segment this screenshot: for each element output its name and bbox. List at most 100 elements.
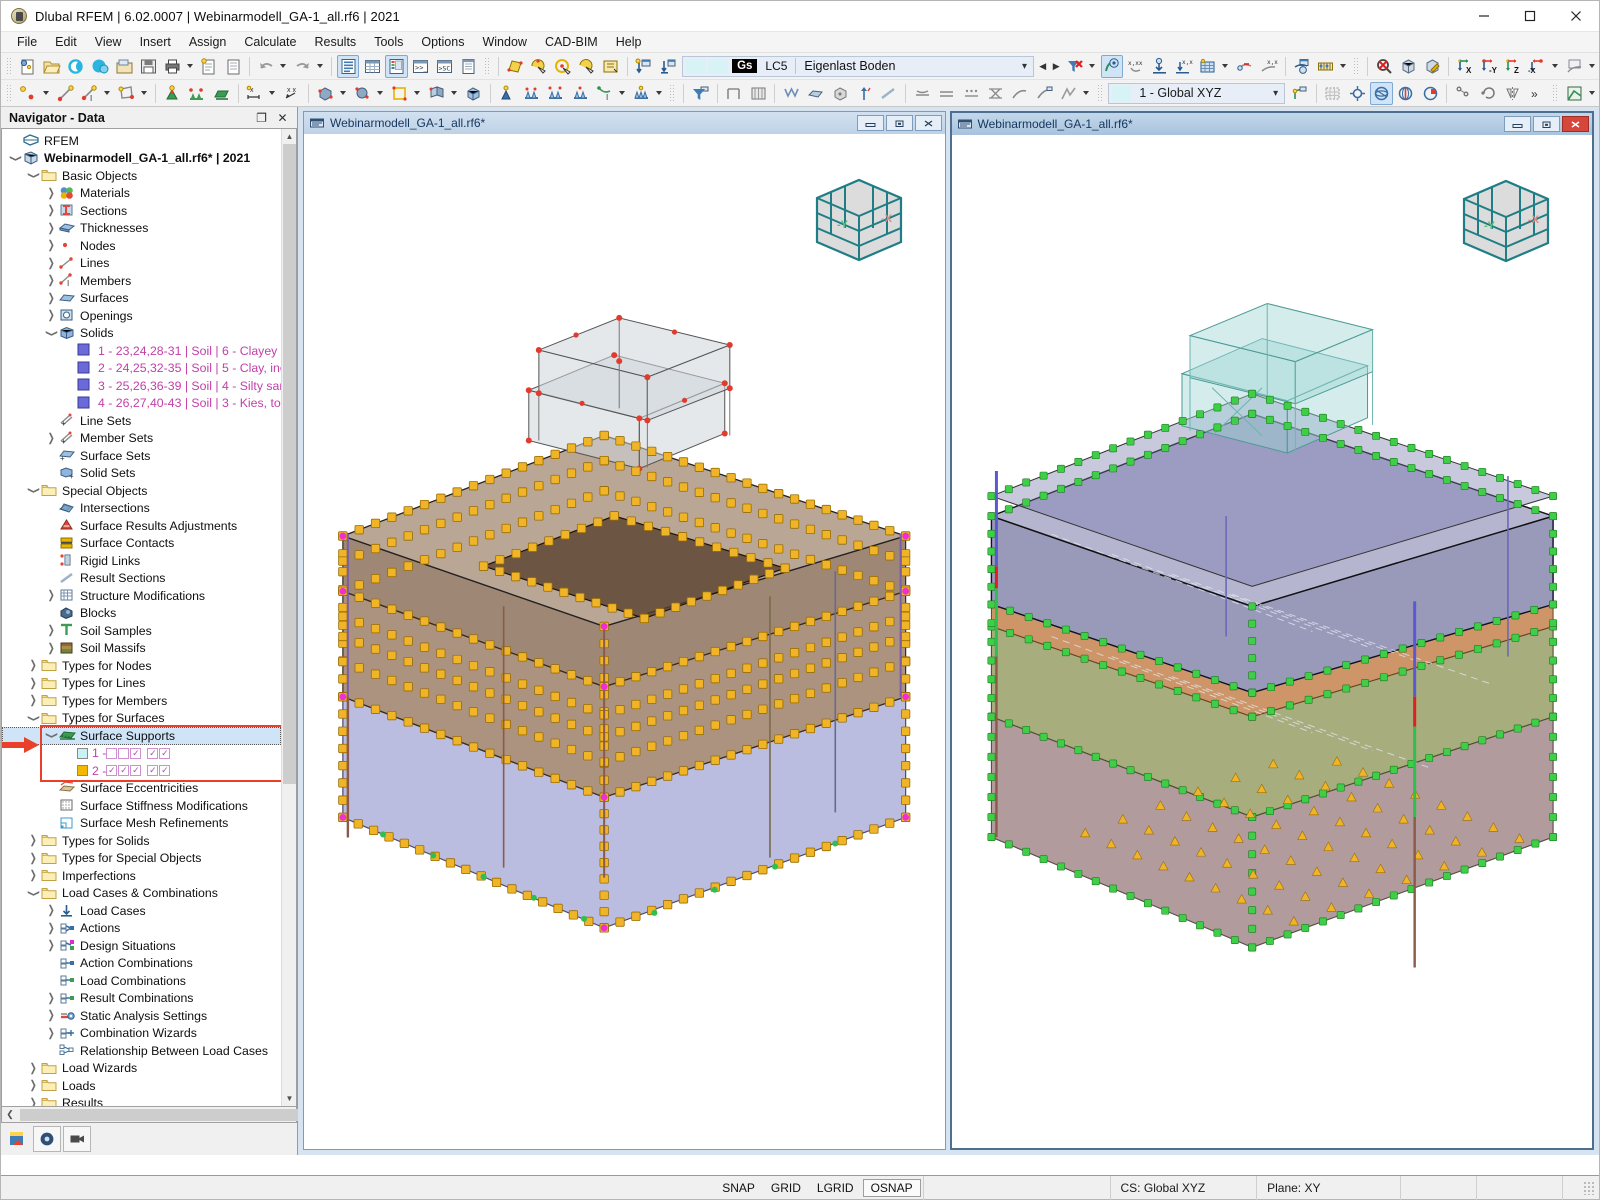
select-by-table-icon[interactable] — [600, 55, 622, 78]
tree-row-lines[interactable]: Lines — [2, 255, 281, 273]
tree-row-2-24-25-32-35-soil-5-clay-inorga[interactable]: 2 - 24,25,32-35 | Soil | 5 - Clay, inorg… — [2, 360, 281, 378]
expand-collapse-chevron-right-icon[interactable] — [26, 660, 41, 671]
line-support-display-5-icon[interactable] — [1009, 82, 1031, 105]
expand-collapse-chevron-right-icon[interactable] — [44, 590, 59, 601]
dimension-dropdown-icon[interactable] — [267, 82, 278, 105]
new-surface-support-icon[interactable] — [210, 82, 232, 105]
tree-row-surface-contacts[interactable]: Surface Contacts — [2, 535, 281, 553]
tree-row-design-situations[interactable]: Design Situations — [2, 937, 281, 955]
new-node-dropdown-icon[interactable] — [40, 82, 51, 105]
edit-solids-icon[interactable] — [1421, 55, 1443, 78]
tree-row-load-combinations[interactable]: Load Combinations — [2, 972, 281, 990]
tree-row-surface-sets[interactable]: + Surface Sets — [2, 447, 281, 465]
show-surfaces-icon[interactable] — [747, 82, 769, 105]
expand-collapse-chevron-down-icon[interactable] — [26, 170, 41, 181]
horizontal-scroll-track[interactable] — [18, 1108, 342, 1122]
mirror-objects-icon[interactable] — [1501, 82, 1523, 105]
show-imperfections-icon[interactable] — [853, 82, 875, 105]
model-view-2-minimize[interactable] — [1504, 116, 1531, 132]
tree-row-basic-objects[interactable]: Basic Objects — [2, 167, 281, 185]
new-member-dropdown-icon[interactable] — [102, 82, 113, 105]
coordinate-system-selector[interactable]: 1 - Global XYZ ▾ — [1108, 82, 1286, 104]
toolbar-grip[interactable] — [669, 83, 677, 103]
results-diagram-icon[interactable] — [1234, 55, 1256, 78]
filter-dropdown-icon[interactable] — [1087, 55, 1098, 78]
mesh-dropdown-icon[interactable] — [1220, 55, 1231, 78]
tree-row-load-cases-combinations[interactable]: Load Cases & Combinations — [2, 885, 281, 903]
tree-row-checkbox-3[interactable]: ✓ — [130, 765, 142, 777]
navigator-views-tab-icon[interactable] — [63, 1126, 91, 1152]
tree-row-rigid-links[interactable]: Rigid Links — [2, 552, 281, 570]
tree-row-types-for-members[interactable]: Types for Members — [2, 692, 281, 710]
new-nodal-support-icon[interactable] — [161, 82, 183, 105]
resize-grip-icon[interactable] — [1582, 1180, 1596, 1195]
view-pan-icon[interactable] — [1419, 82, 1441, 105]
support-type-2-icon[interactable] — [544, 82, 566, 105]
chevron-down-icon[interactable]: ▾ — [1022, 61, 1027, 72]
redo-dropdown-icon[interactable] — [315, 55, 326, 78]
tree-row-results[interactable]: Results — [2, 1095, 281, 1106]
tree-row-actions[interactable]: Actions — [2, 920, 281, 938]
redo-icon[interactable] — [292, 55, 314, 78]
toolbar-grip[interactable] — [483, 56, 491, 76]
expand-collapse-chevron-right-icon[interactable] — [44, 905, 59, 916]
tree-row-load-wizards[interactable]: Load Wizards — [2, 1060, 281, 1078]
expand-collapse-chevron-right-icon[interactable] — [26, 1063, 41, 1074]
tree-row-types-for-lines[interactable]: Types for Lines — [2, 675, 281, 693]
tree-row-checkbox-4[interactable]: ✓ — [147, 765, 159, 777]
tree-row-checkbox-3[interactable]: ✓ — [130, 747, 142, 759]
chevron-down-icon[interactable]: ▾ — [1273, 88, 1278, 99]
expand-collapse-chevron-down-icon[interactable] — [26, 485, 41, 496]
maximize-button[interactable] — [1507, 1, 1553, 32]
new-solid-dropdown-icon[interactable] — [337, 82, 348, 105]
tree-row-relationship-between-load-cases[interactable]: Relationship Between Load Cases — [2, 1042, 281, 1060]
deformation-icon[interactable] — [1149, 55, 1171, 78]
navigator-dock-button[interactable]: ❐ — [255, 111, 268, 125]
toolbar-grip[interactable] — [1552, 83, 1559, 103]
support-type-3-icon[interactable] — [569, 82, 591, 105]
more-tools-icon[interactable]: » — [1526, 82, 1548, 105]
model-view-2-restore[interactable] — [1533, 116, 1560, 132]
menu-help[interactable]: Help — [607, 33, 651, 51]
scroll-up-icon[interactable]: ▲ — [282, 129, 296, 144]
view-along-negx-icon[interactable]: -X — [1527, 55, 1549, 78]
expand-collapse-chevron-right-icon[interactable] — [26, 1098, 41, 1106]
tree-row-intersections[interactable]: Intersections — [2, 500, 281, 518]
view-rotate-icon[interactable] — [1395, 82, 1417, 105]
line-support-display-6-icon[interactable] — [1033, 82, 1055, 105]
new-solid-2-dropdown-icon[interactable] — [374, 82, 385, 105]
model-view-1-restore[interactable] — [885, 115, 913, 131]
dimension-xx-icon[interactable]: x x — [281, 82, 303, 105]
navigator-vertical-scrollbar[interactable]: ▲ ▼ — [281, 129, 296, 1106]
statusbar-grid-toggle[interactable]: GRID — [764, 1180, 808, 1196]
tree-row-structure-modifications[interactable]: Structure Modifications — [2, 587, 281, 605]
new-opening-dropdown-icon[interactable] — [412, 82, 423, 105]
horizontal-scroll-thumb[interactable] — [20, 1108, 342, 1121]
tree-row-checkbox-1[interactable] — [106, 747, 118, 759]
select-circle-icon[interactable] — [552, 55, 574, 78]
menu-edit[interactable]: Edit — [46, 33, 86, 51]
tables-panel-icon[interactable] — [361, 55, 383, 78]
printout-report-icon[interactable] — [198, 55, 220, 78]
statusbar-lgrid-toggle[interactable]: LGRID — [810, 1180, 861, 1196]
line-support-display-3-icon[interactable] — [960, 82, 982, 105]
new-node-icon[interactable] — [17, 82, 39, 105]
results-values-icon[interactable]: x,xx — [1258, 55, 1280, 78]
load-case-selector[interactable]: Gs LC5 Eigenlast Boden ▾ — [682, 55, 1035, 77]
tree-row-types-for-surfaces[interactable]: Types for Surfaces — [2, 710, 281, 728]
tree-row-checkbox-5[interactable]: ✓ — [159, 765, 171, 777]
view-3d-icon[interactable] — [1370, 81, 1393, 105]
expand-collapse-chevron-right-icon[interactable] — [44, 993, 59, 1004]
tree-row-nodes[interactable]: Nodes — [2, 237, 281, 255]
menu-options[interactable]: Options — [412, 33, 473, 51]
new-surface-dropdown-icon[interactable] — [139, 82, 150, 105]
minimize-button[interactable] — [1461, 1, 1507, 32]
new-load-case-icon[interactable] — [633, 55, 655, 78]
grid-display-icon[interactable] — [1322, 82, 1344, 105]
toolbar-grip[interactable] — [6, 83, 13, 103]
expand-collapse-chevron-right-icon[interactable] — [44, 205, 59, 216]
show-values-icon[interactable]: x,xx — [1125, 55, 1147, 78]
expand-collapse-chevron-right-icon[interactable] — [26, 870, 41, 881]
save-icon[interactable] — [137, 55, 159, 78]
tree-row-types-for-special-objects[interactable]: Types for Special Objects — [2, 850, 281, 868]
